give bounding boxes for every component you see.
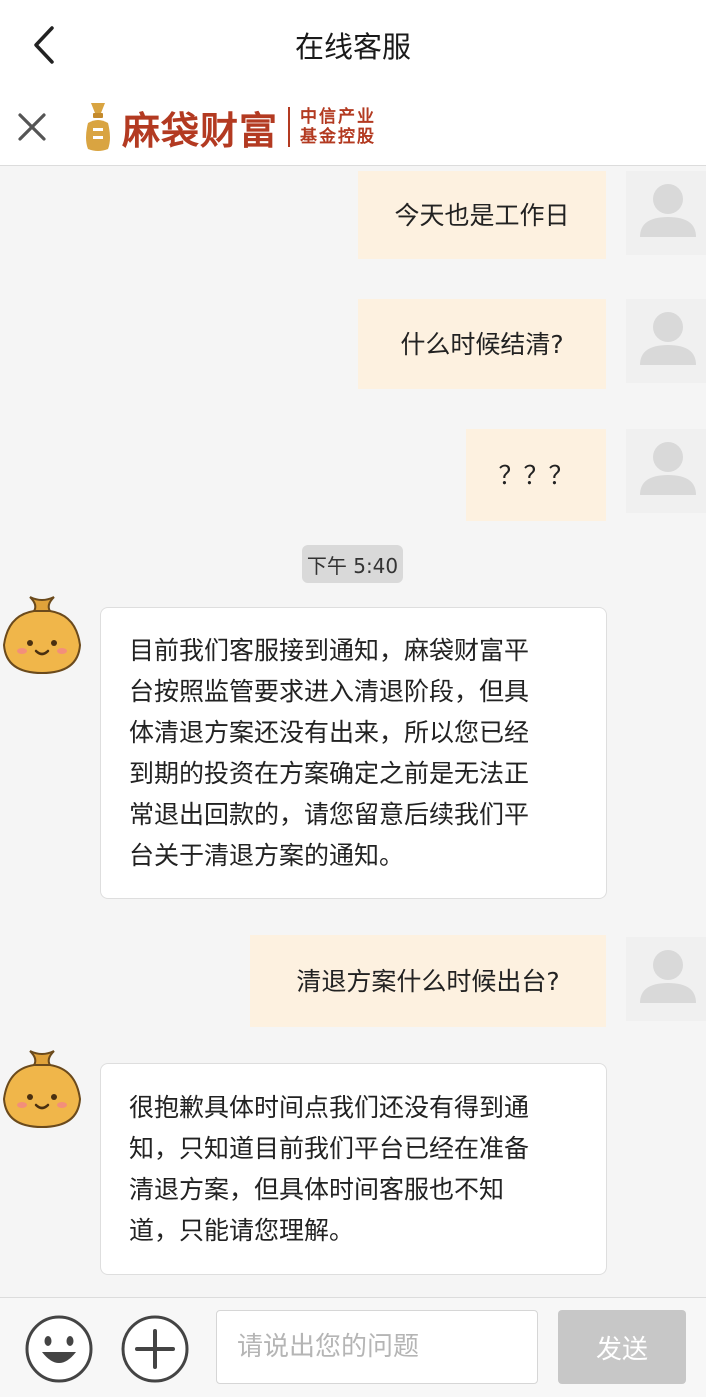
user-avatar [626,299,706,383]
agent-message-line: 道，只能请您理解。 [129,1216,355,1245]
close-button[interactable] [10,102,54,152]
user-message-text: 今天也是工作日 [394,200,570,230]
agent-message-line: 目前我们客服接到通知，麻袋财富平 [129,636,530,665]
user-avatar-icon [640,312,696,365]
agent-message-line: 清退方案，但具体时间客服也不知 [129,1175,505,1204]
timestamp-badge: 下午 5:40 [302,545,403,583]
send-button[interactable]: 发送 [558,1310,686,1384]
agent-message-line: 台按照监管要求进入清退阶段，但具 [129,677,530,706]
user-avatar [626,171,706,255]
agent-message-line: 体清退方案还没有出来，所以您已经 [129,718,530,747]
money-bag-mascot-icon [2,596,82,675]
user-message-bubble: 什么时候结清? [358,299,606,389]
money-bag-mascot-icon [2,1050,82,1129]
message-input[interactable] [216,1310,538,1384]
user-avatar-icon [640,184,696,237]
brand-subtitle-line2: 基金控股 [300,127,377,147]
agent-message-line: 到期的投资在方案确定之前是无法正 [129,759,530,788]
close-icon [18,113,46,141]
emoji-button[interactable] [24,1314,94,1384]
brand-subtitle: 中信产业 基金控股 [300,107,376,147]
agent-avatar [0,1047,84,1131]
emoji-smile-icon [25,1315,93,1383]
attach-button[interactable] [120,1314,190,1384]
brand-logo-group: 麻袋财富 中信产业 基金控股 [82,96,376,158]
agent-message-line: 很抱歉具体时间点我们还没有得到通 [129,1093,530,1122]
brand-divider [288,107,291,147]
user-message-bubble: ？？？ [466,429,606,521]
user-message-text: 清退方案什么时候出台? [296,966,560,996]
user-message-text: 什么时候结清? [400,329,564,359]
user-avatar-icon [640,442,696,495]
agent-message-bubble: 很抱歉具体时间点我们还没有得到通 知，只知道目前我们平台已经在准备 清退方案，但… [100,1063,607,1275]
user-avatar [626,937,706,1021]
agent-message-line: 台关于清退方案的通知。 [129,841,405,870]
agent-avatar [0,593,84,677]
brand-bar: 麻袋财富 中信产业 基金控股 [0,90,706,166]
agent-message-line: 常退出回款的，请您留意后续我们平 [129,800,530,829]
top-nav-bar: 在线客服 [0,0,706,90]
user-message-text: ？？？ [498,460,574,490]
page-title: 在线客服 [294,30,411,64]
brand-subtitle-line1: 中信产业 [300,107,377,127]
user-avatar-icon [640,950,696,1003]
money-bag-logo-icon [86,103,110,151]
chat-message-list[interactable]: 今天也是工作日 什么时候结清? ？？？ 下午 5:40 目前我们客服接到通知，麻… [0,167,706,1297]
plus-circle-icon [121,1315,189,1383]
user-avatar [626,429,706,513]
agent-message-line: 知，只知道目前我们平台已经在准备 [129,1134,530,1163]
user-message-bubble: 今天也是工作日 [358,171,606,259]
message-input-bar: 发送 [0,1297,706,1397]
user-message-bubble: 清退方案什么时候出台? [250,935,606,1027]
brand-name: 麻袋财富 [122,107,279,153]
agent-message-bubble: 目前我们客服接到通知，麻袋财富平 台按照监管要求进入清退阶段，但具 体清退方案还… [100,607,607,899]
